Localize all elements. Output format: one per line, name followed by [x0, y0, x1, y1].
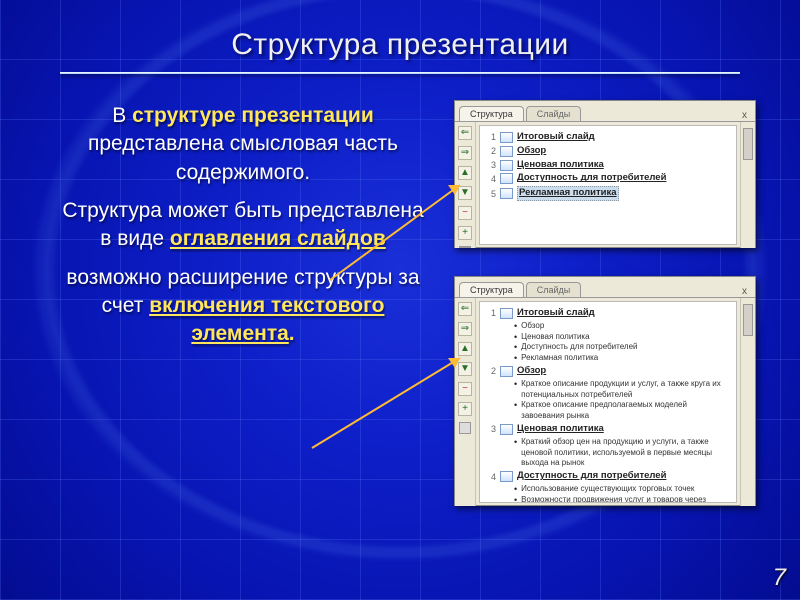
- outline-panel-expanded: Структура Слайды x ⇐ ⇒ ▲ ▼ − + 1Итоговый…: [454, 276, 756, 506]
- outline-subitem[interactable]: •Краткое описание предполагаемых моделей…: [514, 400, 730, 422]
- tab-slides[interactable]: Слайды: [526, 106, 582, 121]
- slide: Структура презентации В структуре презен…: [0, 0, 800, 600]
- move-down-button[interactable]: ▼: [458, 362, 472, 376]
- close-icon[interactable]: x: [738, 110, 751, 121]
- move-up-button[interactable]: ▲: [458, 342, 472, 356]
- demote-button[interactable]: ⇒: [458, 146, 472, 160]
- outline-row[interactable]: 3Ценовая политика: [486, 423, 730, 436]
- expand-button[interactable]: +: [458, 226, 472, 240]
- emphasis-toc: оглавления слайдов: [170, 227, 386, 250]
- collapse-button[interactable]: −: [458, 382, 472, 396]
- emphasis-structure: структуре презентации: [132, 104, 374, 127]
- scroll-thumb[interactable]: [743, 128, 753, 160]
- paragraph-3: возможно расширение структуры за счет вк…: [58, 264, 428, 349]
- scroll-thumb[interactable]: [743, 304, 753, 336]
- paragraph-1: В структуре презентации представлена смы…: [58, 102, 428, 187]
- slide-icon: [500, 173, 513, 184]
- move-up-button[interactable]: ▲: [458, 166, 472, 180]
- tab-bar: Структура Слайды x: [455, 277, 755, 298]
- outline-subitem[interactable]: •Краткий обзор цен на продукцию и услуги…: [514, 437, 730, 469]
- slide-icon: [500, 471, 513, 482]
- tab-structure[interactable]: Структура: [459, 106, 524, 121]
- move-down-button[interactable]: ▼: [458, 186, 472, 200]
- slide-title: Структура презентации: [0, 28, 800, 62]
- outline-row[interactable]: 1Итоговый слайд: [486, 131, 730, 144]
- promote-button[interactable]: ⇐: [458, 126, 472, 140]
- collapse-button[interactable]: −: [458, 206, 472, 220]
- text: представлена смысловая часть содержимого…: [88, 132, 398, 183]
- close-icon[interactable]: x: [738, 286, 751, 297]
- outline-row[interactable]: 2Обзор: [486, 365, 730, 378]
- slide-icon: [500, 366, 513, 377]
- emphasis-textelement: включения текстового элемента: [149, 294, 384, 345]
- outline-subitem[interactable]: •Доступность для потребителей: [514, 342, 730, 353]
- outline-subitem[interactable]: •Краткое описание продукции и услуг, а т…: [514, 379, 730, 401]
- outline-subitem[interactable]: •Возможности продвижения услуг и товаров…: [514, 495, 730, 503]
- scrollbar[interactable]: [740, 298, 755, 506]
- outline-subitem[interactable]: •Ценовая политика: [514, 332, 730, 343]
- outline-row[interactable]: 1Итоговый слайд: [486, 307, 730, 320]
- tab-bar: Структура Слайды x: [455, 101, 755, 122]
- outline-panel-collapsed: Структура Слайды x ⇐ ⇒ ▲ ▼ − + 1Итоговый…: [454, 100, 756, 248]
- outline-row[interactable]: 5Рекламная политика: [486, 186, 730, 201]
- outline-row[interactable]: 4Доступность для потребителей: [486, 470, 730, 483]
- outline-gutter: ⇐ ⇒ ▲ ▼ − +: [455, 122, 476, 248]
- pane-body: ⇐ ⇒ ▲ ▼ − + 1Итоговый слайд•Обзор•Ценова…: [455, 298, 755, 506]
- scrollbar[interactable]: [740, 122, 755, 248]
- outline-gutter: ⇐ ⇒ ▲ ▼ − +: [455, 298, 476, 506]
- tab-slides[interactable]: Слайды: [526, 282, 582, 297]
- title-divider: [60, 72, 740, 74]
- show-formatting-button[interactable]: [459, 246, 471, 248]
- outline-subitem[interactable]: •Рекламная политика: [514, 353, 730, 364]
- demote-button[interactable]: ⇒: [458, 322, 472, 336]
- outline-row[interactable]: 4Доступность для потребителей: [486, 172, 730, 185]
- outline-list[interactable]: 1Итоговый слайд2Обзор3Ценовая политика4Д…: [479, 125, 737, 245]
- pane-body: ⇐ ⇒ ▲ ▼ − + 1Итоговый слайд2Обзор3Ценова…: [455, 122, 755, 248]
- show-formatting-button[interactable]: [459, 422, 471, 434]
- slide-body: В структуре презентации представлена смы…: [58, 102, 428, 359]
- slide-icon: [500, 188, 513, 199]
- outline-list[interactable]: 1Итоговый слайд•Обзор•Ценовая политика•Д…: [479, 301, 737, 503]
- text: В: [112, 104, 132, 127]
- slide-icon: [500, 146, 513, 157]
- slide-icon: [500, 160, 513, 171]
- outline-row[interactable]: 2Обзор: [486, 145, 730, 158]
- paragraph-2: Структура может быть представлена в виде…: [58, 197, 428, 254]
- text: .: [289, 322, 295, 345]
- slide-icon: [500, 424, 513, 435]
- outline-subitem[interactable]: •Обзор: [514, 321, 730, 332]
- slide-icon: [500, 308, 513, 319]
- outline-row[interactable]: 3Ценовая политика: [486, 159, 730, 172]
- page-number: 7: [773, 564, 786, 592]
- promote-button[interactable]: ⇐: [458, 302, 472, 316]
- tab-structure[interactable]: Структура: [459, 282, 524, 297]
- slide-icon: [500, 132, 513, 143]
- outline-subitem[interactable]: •Использование существующих торговых точ…: [514, 484, 730, 495]
- expand-button[interactable]: +: [458, 402, 472, 416]
